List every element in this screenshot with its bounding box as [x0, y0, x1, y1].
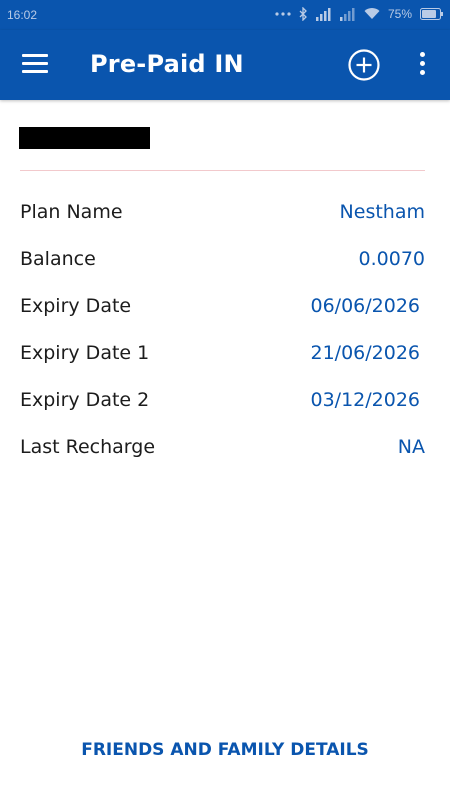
overflow-menu-button[interactable]: [412, 52, 432, 78]
detail-row-last-recharge: Last Recharge NA: [20, 423, 425, 470]
detail-row-balance: Balance 0.0070: [20, 235, 425, 282]
detail-value: 06/06/2026: [310, 294, 420, 317]
details-list: Plan Name Nestham Balance 0.0070 Expiry …: [20, 188, 425, 470]
detail-row-expiry-date-1: Expiry Date 1 21/06/2026: [20, 329, 425, 376]
signal-2-icon: [339, 7, 356, 21]
status-time: 16:02: [7, 8, 38, 22]
app-bar: Pre-Paid IN: [0, 30, 450, 100]
wifi-icon: [364, 8, 380, 20]
detail-value: 0.0070: [358, 247, 425, 270]
detail-label: Expiry Date 1: [20, 341, 150, 364]
menu-button[interactable]: [22, 54, 48, 76]
detail-row-expiry-date-2: Expiry Date 2 03/12/2026: [20, 376, 425, 423]
battery-icon: [420, 8, 444, 20]
battery-percent: 75%: [387, 7, 412, 21]
detail-value: 21/06/2026: [310, 341, 420, 364]
detail-row-expiry-date: Expiry Date 06/06/2026: [20, 282, 425, 329]
add-circle-icon: [348, 49, 380, 81]
detail-label: Plan Name: [20, 200, 123, 223]
friends-and-family-details-link[interactable]: FRIENDS AND FAMILY DETAILS: [0, 740, 450, 760]
more-vert-icon: [419, 52, 425, 57]
detail-value: 03/12/2026: [310, 388, 420, 411]
bluetooth-icon: [299, 7, 308, 21]
divider: [20, 170, 425, 171]
detail-value: Nestham: [339, 200, 425, 223]
menu-icon: [22, 54, 48, 57]
redacted-account-number: [19, 127, 150, 149]
detail-label: Balance: [20, 247, 96, 270]
status-bar: 16:02 75%: [0, 0, 450, 30]
signal-icon: [315, 7, 332, 21]
detail-label: Expiry Date 2: [20, 388, 150, 411]
add-button[interactable]: [348, 49, 380, 81]
more-notifications-icon: [275, 11, 291, 17]
detail-label: Expiry Date: [20, 294, 132, 317]
detail-label: Last Recharge: [20, 435, 156, 458]
page-title: Pre-Paid IN: [90, 50, 244, 78]
status-icons: 75%: [275, 7, 444, 21]
detail-value: NA: [397, 435, 425, 458]
screen: 16:02 75% Pre-Paid IN Plan Name Nestham …: [0, 0, 450, 800]
detail-row-plan-name: Plan Name Nestham: [20, 188, 425, 235]
